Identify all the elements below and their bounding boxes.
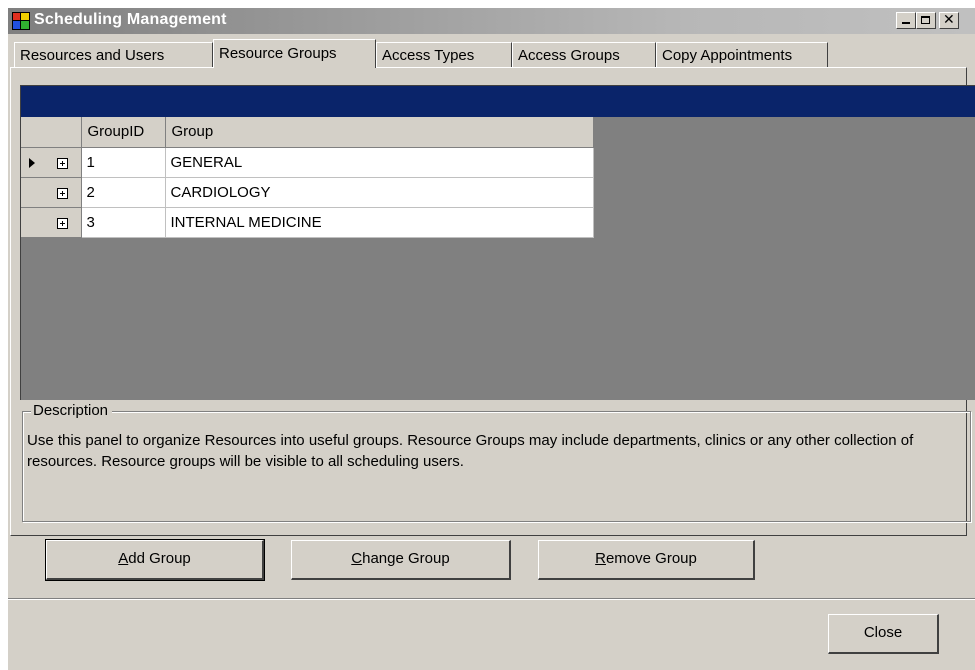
remove-group-mnemonic: R — [595, 550, 606, 567]
tab-resources-and-users[interactable]: Resources and Users — [14, 42, 213, 67]
table-row[interactable]: 3 INTERNAL MEDICINE — [21, 207, 594, 238]
change-group-button[interactable]: Change Group — [291, 540, 511, 580]
cell-groupid[interactable]: 3 — [81, 207, 166, 238]
remove-group-button[interactable]: Remove Group — [538, 540, 755, 580]
add-group-button[interactable]: Add Group — [45, 539, 265, 581]
tab-resource-groups[interactable]: Resource Groups — [213, 39, 376, 68]
row-header[interactable] — [21, 147, 82, 178]
expand-plus-icon[interactable] — [57, 217, 68, 229]
description-text: Use this panel to organize Resources int… — [27, 432, 914, 470]
grid-header-row: GroupID Group — [21, 117, 594, 148]
close-icon: ✕ — [943, 12, 955, 28]
cell-group[interactable]: INTERNAL MEDICINE — [165, 207, 594, 238]
separator — [8, 598, 975, 600]
table-row[interactable]: 2 CARDIOLOGY — [21, 177, 594, 208]
description-legend: Description — [31, 402, 113, 419]
current-row-arrow-icon — [29, 157, 35, 168]
table-row[interactable]: 1 GENERAL — [21, 147, 594, 178]
expand-plus-icon[interactable] — [57, 187, 68, 199]
column-header-groupid[interactable]: GroupID — [81, 117, 166, 148]
cell-groupid[interactable]: 2 — [81, 177, 166, 208]
close-window-button[interactable]: ✕ — [939, 12, 959, 29]
app-icon — [12, 12, 30, 30]
row-header[interactable] — [21, 177, 82, 208]
tab-access-groups[interactable]: Access Groups — [512, 42, 656, 67]
title-bar[interactable]: Scheduling Management ✕ — [8, 8, 975, 34]
maximize-button[interactable] — [916, 12, 936, 29]
resource-groups-grid[interactable]: GroupID Group 1 GENERAL 2 CARDIOLOGY 3 I… — [20, 85, 975, 400]
grid-table: GroupID Group 1 GENERAL 2 CARDIOLOGY 3 I… — [21, 117, 594, 238]
change-group-label: hange Group — [362, 550, 450, 567]
change-group-mnemonic: C — [351, 550, 363, 567]
row-header[interactable] — [21, 207, 82, 238]
remove-group-label: emove Group — [605, 550, 697, 567]
minimize-button[interactable] — [896, 12, 916, 29]
window-title: Scheduling Management — [34, 11, 227, 28]
add-group-mnemonic: A — [118, 550, 129, 567]
cell-group[interactable]: GENERAL — [165, 147, 594, 178]
add-group-label: dd Group — [128, 550, 191, 567]
grid-corner-header[interactable] — [21, 117, 82, 148]
cell-group[interactable]: CARDIOLOGY — [165, 177, 594, 208]
close-button[interactable]: Close — [828, 614, 939, 654]
cell-groupid[interactable]: 1 — [81, 147, 166, 178]
minimize-icon — [902, 22, 910, 24]
tab-copy-appointments[interactable]: Copy Appointments — [656, 42, 828, 67]
tab-strip: Resources and Users Resource Groups Acce… — [6, 39, 966, 68]
tab-access-types[interactable]: Access Types — [376, 42, 512, 67]
maximize-icon — [921, 16, 930, 24]
expand-plus-icon[interactable] — [57, 157, 68, 169]
grid-caption-bar — [21, 86, 975, 117]
column-header-group[interactable]: Group — [165, 117, 594, 148]
